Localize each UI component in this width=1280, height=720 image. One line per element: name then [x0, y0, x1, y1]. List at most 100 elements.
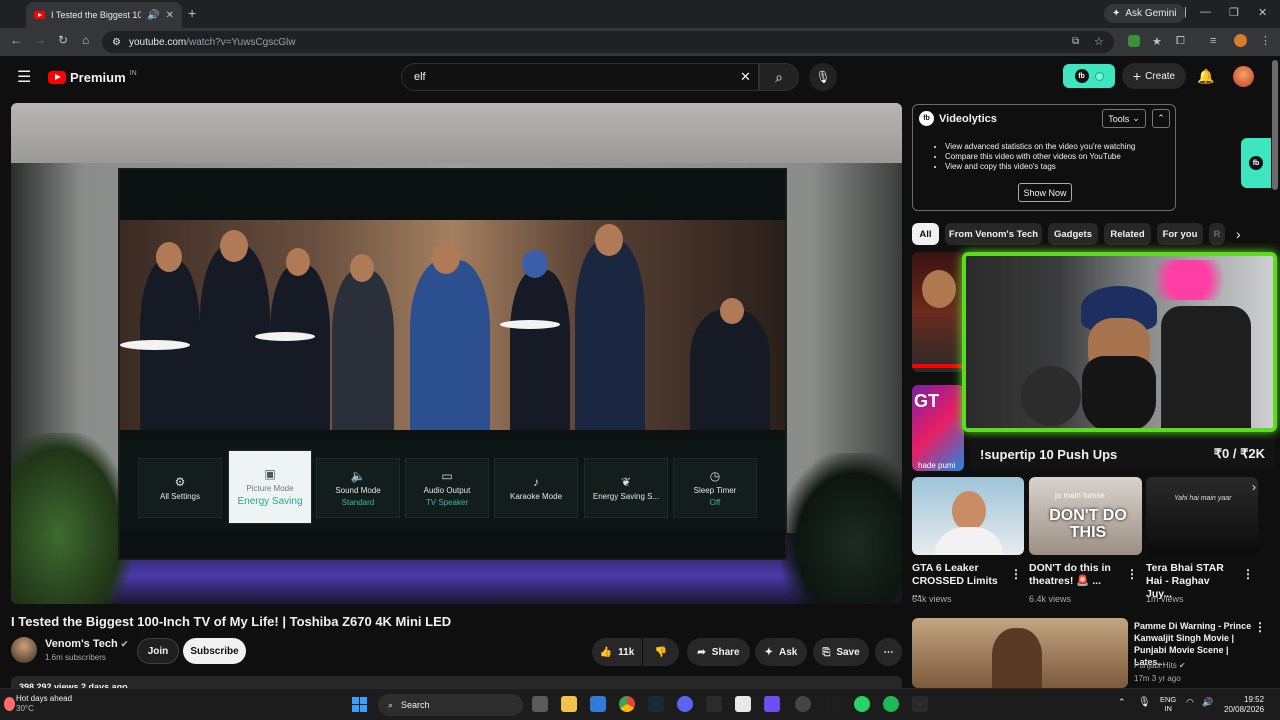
- spotify-icon[interactable]: [883, 696, 899, 712]
- clear-search-icon[interactable]: ✕: [740, 69, 751, 85]
- video-thumbnail[interactable]: [912, 252, 964, 372]
- obs-icon[interactable]: [795, 696, 811, 712]
- app-icon[interactable]: [764, 696, 780, 712]
- shorts-next-icon[interactable]: ›: [1252, 480, 1256, 494]
- chrome-icon[interactable]: [619, 696, 635, 712]
- app-icon[interactable]: [912, 696, 928, 712]
- tools-dropdown[interactable]: Tools ⌄: [1102, 109, 1146, 128]
- chip-gadgets[interactable]: Gadgets: [1048, 223, 1098, 245]
- forward-icon[interactable]: →: [34, 33, 46, 47]
- speaker-icon[interactable]: 🔊: [147, 10, 159, 21]
- supertip-overlay: !supertip 10 Push Ups ₹0 / ₹2K: [970, 439, 1275, 469]
- ask-gemini-label: Ask Gemini: [1125, 8, 1177, 19]
- dislike-button[interactable]: 👎: [643, 638, 679, 666]
- short-thumbnail-2[interactable]: jo main tumse DON'T DO THIS: [1029, 477, 1142, 555]
- chevron-right-icon[interactable]: ›: [1236, 226, 1241, 242]
- notifications-bell-icon[interactable]: 🔔: [1197, 68, 1214, 85]
- site-info-icon[interactable]: ⚙: [112, 37, 121, 48]
- videolytics-side-tab[interactable]: fb: [1241, 138, 1271, 188]
- mic-tray-icon[interactable]: 🎙: [1138, 697, 1151, 708]
- windows-start-icon[interactable]: [352, 697, 367, 712]
- avatar[interactable]: [1233, 66, 1254, 87]
- steam-icon[interactable]: [648, 696, 664, 712]
- whatsapp-icon[interactable]: [854, 696, 870, 712]
- plate: [500, 320, 560, 329]
- videolytics-panel: fb Videolytics Tools ⌄ ⌃ View advanced s…: [912, 104, 1176, 211]
- short-menu-icon[interactable]: ⋮: [1010, 567, 1022, 581]
- cast-icon[interactable]: ⧉: [1072, 36, 1079, 47]
- home-icon[interactable]: ⌂: [82, 33, 89, 47]
- browser-tab-active[interactable]: I Tested the Biggest 100-Inch 🔊 ✕: [26, 2, 182, 28]
- short-menu-icon[interactable]: ⋮: [1242, 567, 1254, 581]
- app-icon[interactable]: [735, 696, 751, 712]
- search-input[interactable]: elf ✕: [401, 63, 759, 91]
- close-tab-icon[interactable]: ✕: [166, 10, 174, 21]
- extensions-puzzle-icon[interactable]: ⧠: [1176, 35, 1185, 48]
- short-thumbnail[interactable]: GT hade pumi: [912, 385, 964, 471]
- new-tab-icon[interactable]: +: [188, 5, 196, 21]
- profile-avatar[interactable]: [1234, 34, 1247, 47]
- short-thumbnail-1[interactable]: [912, 477, 1024, 555]
- chip-all[interactable]: All: [912, 223, 939, 245]
- back-icon[interactable]: ←: [10, 33, 22, 47]
- chip-for-you[interactable]: For you: [1157, 223, 1203, 245]
- page-scrollbar[interactable]: [1272, 60, 1278, 190]
- notepad-icon[interactable]: [590, 696, 606, 712]
- ask-gemini-button[interactable]: ✦ Ask Gemini: [1104, 4, 1185, 23]
- show-now-button[interactable]: Show Now: [1018, 183, 1072, 202]
- bookmark-star-icon[interactable]: ☆: [1094, 35, 1104, 48]
- chip-from-channel[interactable]: From Venom's Tech: [945, 223, 1042, 245]
- tv-menu-sub: Standard: [341, 498, 375, 507]
- supertip-amount: ₹0 / ₹2K: [1213, 446, 1265, 461]
- channel-avatar[interactable]: [11, 637, 37, 663]
- hamburger-menu-icon[interactable]: ☰: [17, 67, 31, 87]
- taskbar-search[interactable]: ⌕ Search: [378, 694, 523, 716]
- system-clock[interactable]: 19:52 20/08/2026: [1224, 695, 1264, 715]
- tray-chevron-icon[interactable]: ⌃: [1118, 697, 1126, 708]
- logo-region: IN: [129, 70, 137, 77]
- discord-icon[interactable]: [677, 696, 693, 712]
- subscribe-button[interactable]: Subscribe: [183, 638, 246, 664]
- ask-button[interactable]: ✦ Ask: [755, 638, 807, 666]
- task-view-icon[interactable]: [532, 696, 548, 712]
- plate: [255, 332, 315, 341]
- restore-icon[interactable]: ❐: [1229, 6, 1239, 19]
- shirt-shape: [934, 527, 1004, 555]
- recommended-menu-icon[interactable]: ⋮: [1254, 620, 1266, 634]
- like-button[interactable]: 👍 11k: [592, 638, 642, 666]
- short-menu-icon[interactable]: ⋮: [1126, 567, 1138, 581]
- reading-list-icon[interactable]: ≡: [1210, 35, 1216, 47]
- channel-name[interactable]: Venom's Tech ✔: [45, 638, 128, 650]
- reload-icon[interactable]: ↻: [58, 33, 68, 47]
- extension-icon[interactable]: [1128, 35, 1140, 47]
- video-player[interactable]: ⚙ All Settings ▣ Picture Mode Energy Sav…: [11, 103, 902, 604]
- youtube-logo[interactable]: Premium IN: [48, 70, 137, 85]
- chip-related[interactable]: Related: [1104, 223, 1151, 245]
- weather-widget[interactable]: Hot days ahead 30°C: [16, 694, 72, 714]
- more-actions-button[interactable]: ⋯: [875, 638, 902, 666]
- language-indicator[interactable]: ENG IN: [1160, 695, 1176, 713]
- recommended-channel[interactable]: Punjabi Hits ✔: [1134, 661, 1186, 670]
- collapse-button[interactable]: ⌃: [1152, 109, 1170, 128]
- minimize-icon[interactable]: —: [1200, 6, 1211, 18]
- file-explorer-icon[interactable]: [561, 696, 577, 712]
- short-thumbnail-3[interactable]: Yahi hai main yaar: [1146, 477, 1258, 555]
- join-button[interactable]: Join: [137, 638, 179, 664]
- tiktok-icon[interactable]: [825, 696, 841, 712]
- close-window-icon[interactable]: ✕: [1258, 6, 1267, 19]
- chip-partial[interactable]: R: [1209, 223, 1225, 245]
- search-button[interactable]: ⌕: [759, 63, 799, 91]
- volume-icon[interactable]: 🔊: [1202, 697, 1213, 708]
- menu-kebab-icon[interactable]: ⋮: [1260, 34, 1271, 47]
- short-title[interactable]: DON'T do this in theatres! 🚨 ...: [1029, 562, 1121, 588]
- share-button[interactable]: ➦ Share: [687, 638, 750, 666]
- save-button[interactable]: ⎘ Save: [813, 638, 869, 666]
- wifi-icon[interactable]: ◠: [1186, 697, 1194, 708]
- omnibox[interactable]: ⚙ youtube.com/watch?v=YuwsCgscGlw: [102, 31, 1114, 53]
- videolytics-button[interactable]: fb: [1063, 64, 1115, 88]
- create-button[interactable]: + Create: [1122, 63, 1186, 89]
- voice-search-button[interactable]: 🎙: [809, 63, 837, 91]
- app-icon[interactable]: [706, 696, 722, 712]
- recommended-thumbnail[interactable]: [912, 618, 1128, 688]
- star-extension-icon[interactable]: ★: [1152, 35, 1162, 48]
